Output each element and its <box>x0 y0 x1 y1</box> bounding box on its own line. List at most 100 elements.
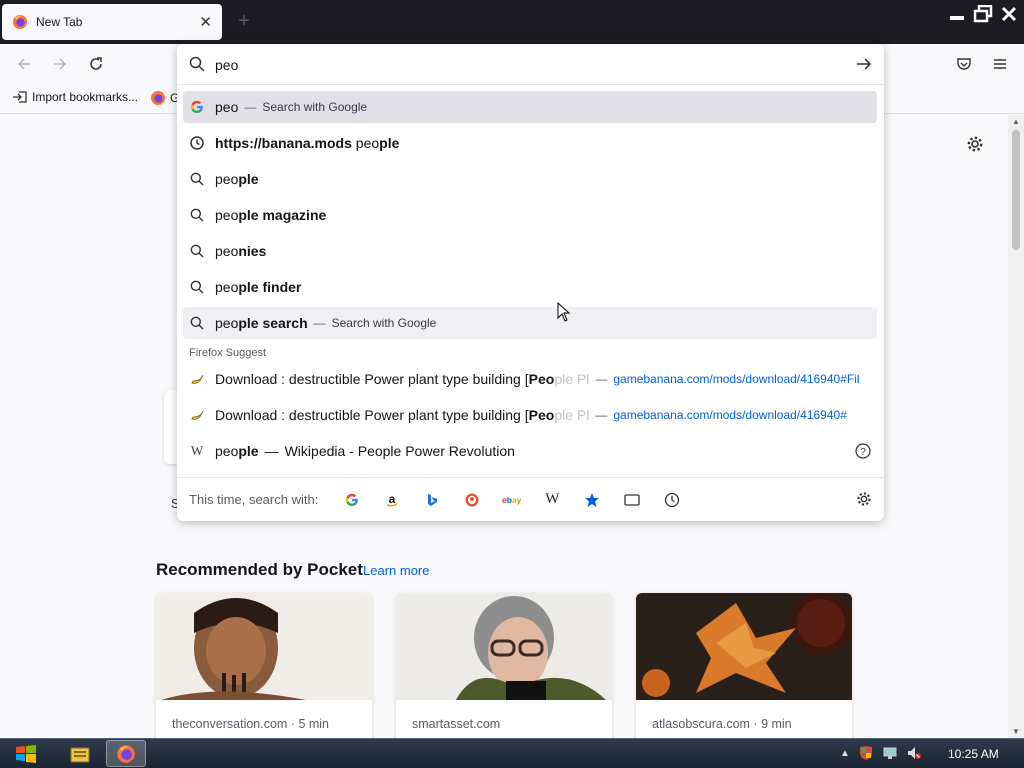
forward-arrow-icon <box>54 58 67 70</box>
address-bar[interactable]: peo <box>177 44 884 85</box>
back-arrow-icon <box>17 58 30 70</box>
pocket-card[interactable]: smartasset.com <box>396 593 612 743</box>
reload-icon <box>90 57 102 70</box>
tabs-icon[interactable] <box>612 486 652 514</box>
suggest-url: gamebanana.com/mods/download/416940# <box>613 408 847 422</box>
suggest-title-rest: ple Pl <box>554 407 590 423</box>
pocket-card[interactable]: atlasobscura.com · 9 min <box>636 593 852 743</box>
suggest-url: gamebanana.com/mods/download/416940#Fil <box>613 372 860 386</box>
address-bar-popup: peo peo — Search with Google https://ban… <box>177 44 884 521</box>
result-row-wikipedia[interactable]: W people — Wikipedia - People Power Revo… <box>183 435 877 467</box>
import-bookmarks-link[interactable]: Import bookmarks... <box>12 90 138 104</box>
import-icon <box>13 91 27 103</box>
search-icon <box>189 56 205 72</box>
card-image <box>396 593 612 700</box>
back-button[interactable] <box>12 52 36 76</box>
pocket-button[interactable] <box>952 52 976 76</box>
mouse-cursor-icon <box>557 302 571 322</box>
wikipedia-title: Wikipedia - People Power Revolution <box>284 443 515 459</box>
result-row-suggestion[interactable]: people <box>183 163 877 195</box>
bookmark-item[interactable]: G <box>150 90 179 106</box>
result-separator: — <box>595 372 608 386</box>
page-search-box[interactable] <box>164 390 178 464</box>
pocket-card[interactable]: theconversation.com · 5 min <box>156 593 372 743</box>
card-source: smartasset.com <box>412 717 501 731</box>
svg-text:?: ? <box>860 447 866 458</box>
page-scrollbar[interactable]: ▲ ▼ <box>1008 115 1024 738</box>
restore-icon <box>973 5 993 23</box>
scrollbar-thumb[interactable] <box>1012 130 1020 250</box>
hamburger-menu-icon <box>994 59 1006 69</box>
suggest-title: Download : destructible Power plant type… <box>215 407 529 423</box>
bookmarks-star-icon[interactable] <box>572 486 612 514</box>
go-arrow-icon[interactable] <box>856 56 872 72</box>
amazon-engine-icon[interactable]: a <box>372 486 412 514</box>
result-completion: ple magazine <box>238 207 327 223</box>
result-separator: — <box>264 443 279 459</box>
result-typed: peo <box>215 171 239 187</box>
result-separator: — <box>595 408 608 422</box>
tab-new-tab[interactable]: New Tab ✕ <box>2 4 222 40</box>
suggest-bold: Peo <box>528 407 555 423</box>
card-source: theconversation.com · 5 min <box>172 717 330 731</box>
search-icon <box>189 315 205 331</box>
duckduckgo-engine-icon[interactable] <box>452 486 492 514</box>
taskbar-firefox[interactable] <box>106 740 146 767</box>
result-completion: nies <box>238 243 267 259</box>
svg-text:ebay: ebay <box>502 495 522 505</box>
result-action: Search with Google <box>262 100 368 114</box>
ebay-engine-icon[interactable]: ebay <box>492 486 532 514</box>
address-input[interactable]: peo <box>215 57 238 73</box>
forward-button[interactable] <box>48 52 72 76</box>
help-icon[interactable]: ? <box>855 443 871 459</box>
windows-logo-icon <box>16 745 36 763</box>
scroll-down-icon[interactable]: ▼ <box>1012 727 1020 736</box>
scroll-up-icon[interactable]: ▲ <box>1012 117 1020 126</box>
result-row-history[interactable]: https://banana.mods people <box>183 127 877 159</box>
close-window-icon <box>1001 6 1017 22</box>
pocket-learn-more-link[interactable]: Learn more <box>363 563 429 578</box>
result-row-firefox-suggest[interactable]: Download : destructible Power plant type… <box>183 399 877 431</box>
wikipedia-engine-icon[interactable]: W <box>532 486 572 514</box>
pocket-icon <box>957 58 971 70</box>
suggest-bold: Peo <box>528 371 555 387</box>
search-settings-gear-icon[interactable] <box>856 491 872 507</box>
firefox-suggest-label: Firefox Suggest <box>189 347 267 359</box>
result-typed: peo <box>215 443 239 459</box>
result-row-suggestion-action[interactable]: people search — Search with Google <box>183 307 877 339</box>
card-image <box>156 593 372 700</box>
start-button[interactable] <box>8 742 44 766</box>
new-tab-button[interactable]: + <box>232 10 256 34</box>
network-icon[interactable] <box>882 745 898 761</box>
wikipedia-icon: W <box>190 443 204 458</box>
close-tab-icon[interactable]: ✕ <box>199 13 212 31</box>
result-row-firefox-suggest[interactable]: Download : destructible Power plant type… <box>183 363 877 395</box>
result-row-suggestion[interactable]: people magazine <box>183 199 877 231</box>
bing-engine-icon[interactable] <box>412 486 452 514</box>
taskbar-explorer[interactable] <box>60 740 100 767</box>
shield-flag-icon[interactable] <box>858 745 874 761</box>
banana-icon <box>189 407 205 423</box>
result-completion: ple finder <box>238 279 302 295</box>
result-row-suggestion[interactable]: peonies <box>183 235 877 267</box>
show-hidden-icons-icon[interactable]: ▲ <box>840 748 850 759</box>
svg-text:a: a <box>389 493 396 506</box>
google-engine-icon[interactable] <box>332 486 372 514</box>
history-clock-icon <box>189 135 205 151</box>
minimize-button[interactable] <box>946 4 968 24</box>
result-action: Search with Google <box>331 316 437 330</box>
clock[interactable]: 10:25 AM <box>948 747 999 761</box>
close-window-button[interactable] <box>998 4 1020 24</box>
folder-icon <box>70 747 90 762</box>
google-icon <box>189 99 205 115</box>
history-icon[interactable] <box>652 486 692 514</box>
app-menu-button[interactable] <box>988 52 1012 76</box>
one-off-search-bar: This time, search with: a ebay W <box>177 477 884 521</box>
result-row-suggestion[interactable]: people finder <box>183 271 877 303</box>
personalize-button[interactable] <box>966 135 984 156</box>
restore-button[interactable] <box>972 4 994 24</box>
result-row-search-google[interactable]: peo — Search with Google <box>183 91 877 123</box>
reload-button[interactable] <box>84 52 108 76</box>
gear-icon <box>967 136 983 152</box>
volume-muted-icon[interactable] <box>906 745 922 761</box>
